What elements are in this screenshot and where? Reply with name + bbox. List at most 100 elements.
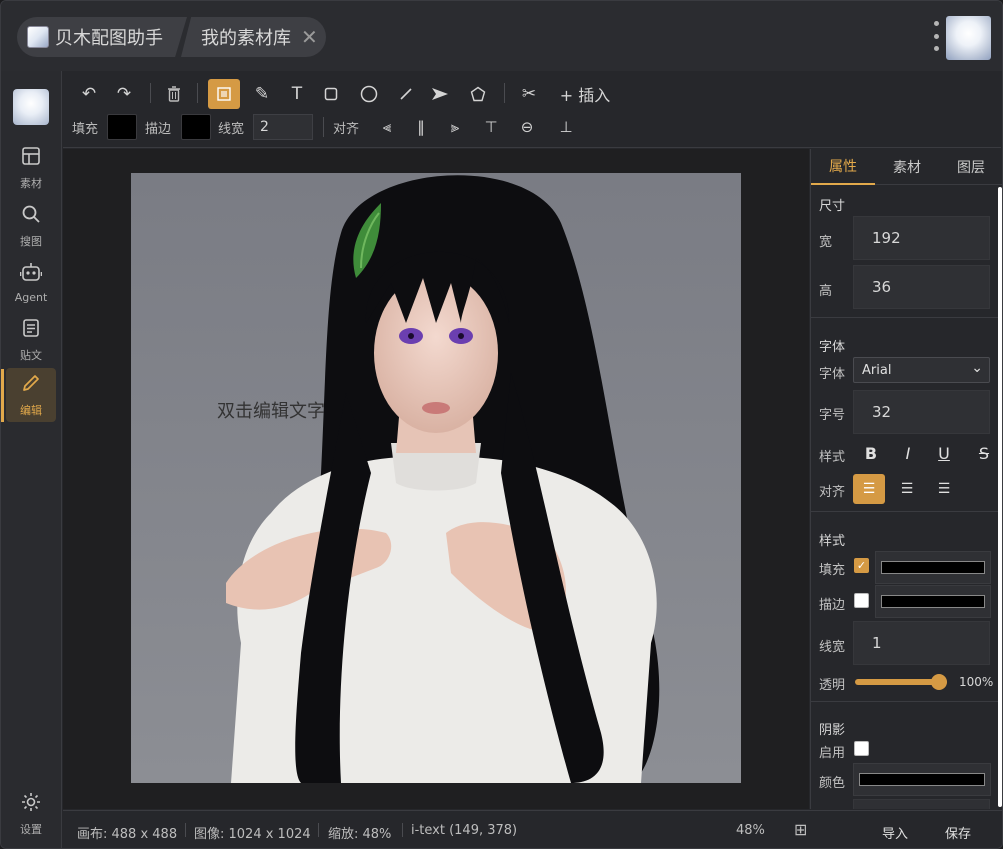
shadow-extra-input[interactable] — [853, 799, 990, 809]
app-tab-label: 贝木配图助手 — [55, 28, 163, 49]
sidebar-item-edit[interactable]: 编辑 — [6, 368, 56, 422]
line-tool-icon[interactable] — [391, 79, 421, 109]
align-middle-icon[interactable]: ⊖ — [515, 115, 539, 139]
font-label: 字体 — [819, 367, 846, 382]
fit-screen-icon[interactable]: ⊞ — [794, 820, 807, 839]
stroke-color-swatch[interactable] — [181, 114, 211, 140]
insert-button[interactable]: + 插入 — [557, 79, 613, 109]
sidebar-item-label: Agent — [14, 291, 48, 304]
properties-panel: 属性 素材 图层 尺寸 宽 192 高 36 字体 字体 Arial ⌄ 字号 … — [810, 149, 1002, 809]
size-section-title: 尺寸 — [819, 199, 846, 214]
canvas-image[interactable]: 双击编辑文字 — [131, 173, 741, 783]
font-family-select[interactable]: Arial ⌄ — [853, 357, 990, 383]
align-bottom-icon[interactable]: ⊥ — [554, 115, 578, 139]
font-size-input[interactable]: 32 — [853, 390, 990, 434]
stroke-color-picker[interactable] — [875, 585, 991, 618]
library-tab-label: 我的素材库 — [201, 28, 291, 49]
select-tool-icon[interactable] — [208, 79, 240, 109]
chevron-down-icon: ⌄ — [971, 360, 983, 376]
document-icon — [21, 318, 41, 343]
shadow-enable-checkbox[interactable] — [854, 741, 869, 756]
linewidth-input[interactable]: 1 — [853, 621, 990, 665]
tab-library[interactable]: 我的素材库 ✕ — [181, 17, 326, 57]
font-section-title: 字体 — [819, 340, 846, 355]
strikethrough-icon[interactable]: S — [972, 441, 996, 465]
scissors-icon[interactable]: ✂ — [514, 79, 544, 109]
save-button[interactable]: 保存 — [945, 823, 971, 842]
rectangle-tool-icon[interactable] — [316, 79, 346, 109]
arrow-tool-icon[interactable] — [425, 79, 455, 109]
shadow-section-title: 阴影 — [819, 723, 846, 738]
sidebar-item-label: 素材 — [20, 176, 42, 190]
text-align-label: 对齐 — [819, 485, 846, 500]
align-right-icon[interactable]: ⫸ — [443, 115, 467, 139]
text-style-label: 样式 — [819, 450, 846, 465]
linewidth-label: 线宽 — [819, 640, 846, 655]
fill-label: 填充 — [72, 121, 99, 137]
tab-layers[interactable]: 图层 — [939, 149, 1002, 185]
canvas-area[interactable]: 双击编辑文字 — [63, 149, 809, 809]
height-input[interactable]: 36 — [853, 265, 990, 309]
stroke-checkbox[interactable] — [854, 593, 869, 608]
redo-icon[interactable]: ↷ — [109, 79, 139, 109]
toolbar: ↶ ↷ ✎ T ✂ + 插入 填充 描边 线宽 2 对齐 ⫷ ‖ ⫸ ⊤ ⊖ ⊥ — [63, 71, 1001, 148]
fill-label: 填充 — [819, 563, 846, 578]
opacity-value: 100% — [959, 675, 994, 689]
more-options-icon[interactable] — [931, 21, 941, 51]
sidebar-item-settings[interactable]: 设置 — [6, 787, 56, 841]
panel-scrollbar[interactable] — [998, 187, 1002, 807]
text-tool-icon[interactable]: T — [282, 79, 312, 109]
polygon-tool-icon[interactable] — [463, 79, 493, 109]
delete-icon[interactable] — [159, 79, 189, 109]
fill-color-swatch[interactable] — [107, 114, 137, 140]
slider-thumb[interactable] — [931, 674, 947, 690]
canvas-text-object[interactable]: 双击编辑文字 — [217, 397, 325, 423]
sidebar-item-search[interactable]: 搜图 — [6, 199, 56, 253]
sidebar-item-label: 编辑 — [20, 403, 42, 417]
linewidth-input[interactable]: 2 — [253, 114, 313, 140]
zoom-percent[interactable]: 48% — [736, 823, 765, 838]
align-left-icon[interactable]: ⫷ — [375, 115, 399, 139]
tab-properties[interactable]: 属性 — [811, 149, 875, 185]
zoom-text: 缩放: 48% — [328, 827, 392, 842]
bold-icon[interactable]: B — [859, 441, 883, 465]
undo-icon[interactable]: ↶ — [74, 79, 104, 109]
height-label: 高 — [819, 284, 833, 299]
opacity-slider[interactable] — [855, 674, 947, 690]
portrait-illustration — [131, 173, 741, 783]
sidebar-item-posts[interactable]: 贴文 — [6, 313, 56, 367]
text-align-left-icon[interactable]: ☰ — [853, 474, 885, 504]
shadow-enable-label: 启用 — [819, 746, 846, 761]
pen-tool-icon[interactable]: ✎ — [247, 79, 277, 109]
underline-icon[interactable]: U — [932, 441, 956, 465]
font-size-label: 字号 — [819, 408, 846, 423]
ellipse-tool-icon[interactable] — [354, 79, 384, 109]
align-center-h-icon[interactable]: ‖ — [409, 115, 433, 139]
tab-materials[interactable]: 素材 — [875, 149, 939, 185]
robot-icon — [19, 262, 43, 287]
settings-icon — [21, 792, 41, 817]
sidebar-item-agent[interactable]: Agent — [6, 256, 56, 310]
text-align-right-icon[interactable]: ☰ — [928, 474, 960, 504]
shadow-color-picker[interactable] — [853, 763, 991, 796]
active-indicator — [1, 369, 4, 422]
app-window: 贝木配图助手 我的素材库 ✕ 素材 搜图 Agent 贴文 编辑 设置 ↶ ↷ … — [0, 0, 1003, 849]
fill-color-picker[interactable] — [875, 551, 991, 584]
user-avatar[interactable] — [946, 16, 991, 60]
align-label: 对齐 — [333, 121, 360, 137]
italic-icon[interactable]: I — [896, 441, 920, 465]
sidebar-avatar[interactable] — [13, 89, 49, 125]
sidebar-item-materials[interactable]: 素材 — [6, 141, 56, 195]
shadow-color-label: 颜色 — [819, 776, 846, 791]
tab-app[interactable]: 贝木配图助手 — [17, 17, 187, 57]
text-align-center-icon[interactable]: ☰ — [891, 474, 923, 504]
search-icon — [21, 204, 41, 229]
import-button[interactable]: 导入 — [882, 823, 908, 842]
width-input[interactable]: 192 — [853, 216, 990, 260]
align-top-icon[interactable]: ⊤ — [479, 115, 503, 139]
app-logo-icon — [27, 26, 49, 48]
fill-checkbox[interactable]: ✓ — [854, 558, 869, 573]
width-label: 宽 — [819, 235, 833, 250]
close-icon[interactable]: ✕ — [301, 25, 318, 49]
linewidth-label: 线宽 — [218, 121, 245, 137]
